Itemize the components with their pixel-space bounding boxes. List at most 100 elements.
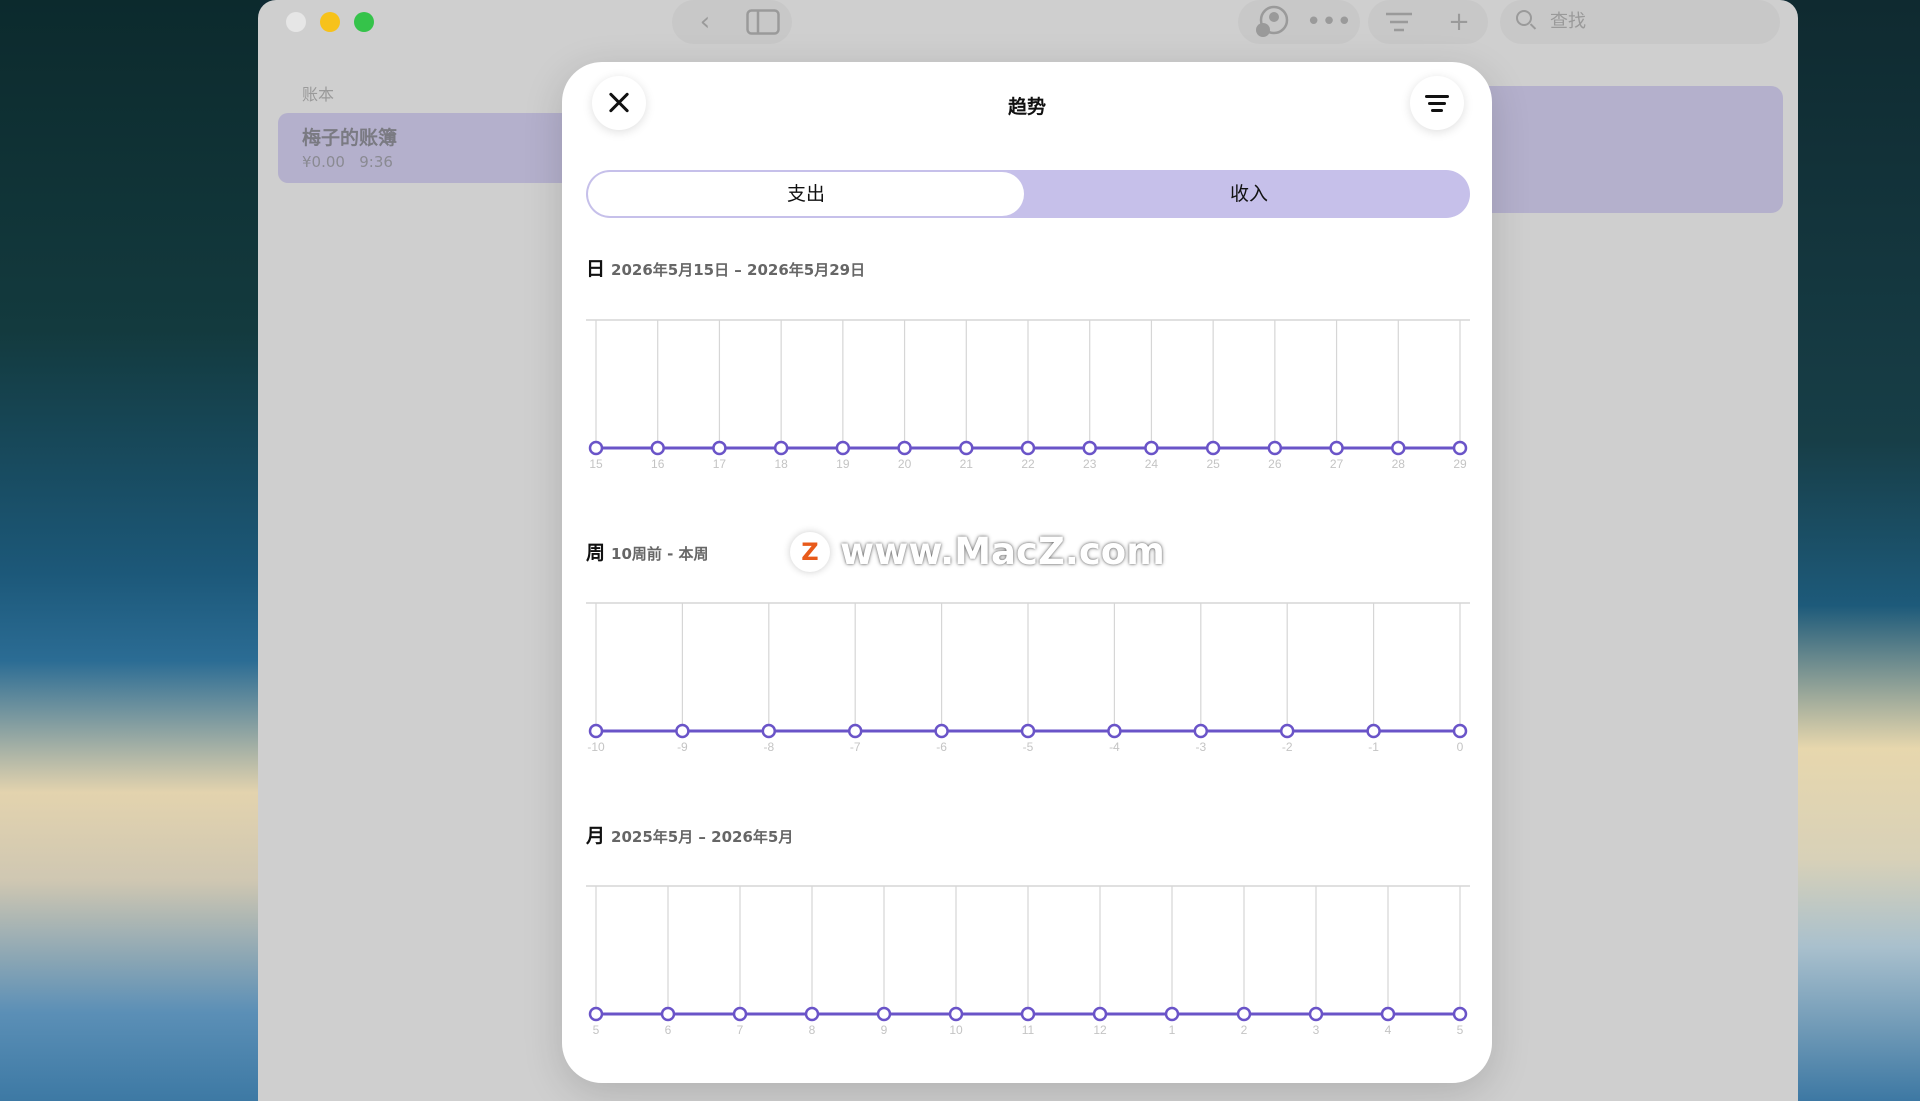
- window-close-button[interactable]: [286, 12, 306, 32]
- chart-tick-label: -1: [1368, 740, 1379, 754]
- chart-data-point: [588, 1006, 604, 1022]
- share-people-icon[interactable]: [1254, 0, 1290, 54]
- chart-data-point: [1236, 1006, 1252, 1022]
- chart-data-point: [588, 440, 604, 456]
- tab-expense[interactable]: 支出: [588, 172, 1024, 216]
- chart-tick-label: 5: [593, 1023, 600, 1037]
- chart-tick-label: 23: [1083, 457, 1097, 471]
- chart-data-point: [835, 440, 851, 456]
- chart-data-point: [1082, 440, 1097, 456]
- section-daily-range: 2026年5月15日 – 2026年5月29日: [611, 261, 866, 279]
- chart-tick-label: 19: [836, 457, 850, 471]
- ledger-time: 9:36: [359, 153, 393, 171]
- section-weekly-label: 周 10周前 - 本周: [586, 538, 709, 565]
- desktop-wallpaper-left: [0, 0, 260, 1101]
- chart-data-point: [934, 723, 949, 739]
- toolbar-share-group: •••: [1238, 0, 1360, 44]
- search-field[interactable]: 查找: [1500, 0, 1780, 44]
- filter-button[interactable]: [1410, 76, 1464, 130]
- chart-data-point: [1391, 440, 1406, 456]
- chart-tick-label: 29: [1453, 457, 1467, 471]
- chart-data-point: [675, 723, 690, 739]
- ledger-name: 梅子的账簿: [302, 127, 398, 149]
- chart-data-point: [876, 1006, 892, 1022]
- toolbar-nav-group: ‹: [672, 0, 792, 44]
- section-daily-label: 日 2026年5月15日 – 2026年5月29日: [586, 254, 865, 281]
- chart-data-point: [1452, 1006, 1468, 1022]
- sort-lines-icon[interactable]: [1382, 0, 1416, 47]
- chart-data-point: [948, 1006, 964, 1022]
- chart-tick-label: 8: [809, 1023, 816, 1037]
- chart-data-point: [761, 723, 777, 739]
- chart-tick-label: 12: [1093, 1023, 1107, 1037]
- back-chevron-icon[interactable]: ‹: [690, 0, 720, 44]
- chart-tick-label: 15: [589, 457, 603, 471]
- chart-tick-label: 9: [881, 1023, 888, 1037]
- chart-tick-label: -8: [763, 740, 774, 754]
- chart-tick-label: -7: [850, 740, 861, 754]
- chart-data-point: [1020, 1006, 1036, 1022]
- section-daily-title: 日: [586, 258, 606, 280]
- watermark-text: www.MacZ.com: [840, 530, 1165, 573]
- daily-trend-chart: 15 16 17 18 19 20 21 22 23 24 25 26 27 28 29: [586, 319, 1470, 471]
- chart-tick-label: -2: [1282, 740, 1293, 754]
- chart-tick-label: 5: [1457, 1023, 1464, 1037]
- chart-tick-label: -10: [587, 740, 605, 754]
- chart-tick-label: 10: [949, 1023, 963, 1037]
- watermark-logo: Z: [790, 532, 830, 572]
- sidebar-ledger-item[interactable]: 梅子的账簿 ¥0.00 9:36: [278, 113, 608, 183]
- chart-tick-label: -9: [677, 740, 688, 754]
- chart-data-point: [773, 440, 789, 456]
- window-zoom-button[interactable]: [354, 12, 374, 32]
- chart-data-point: [1144, 440, 1159, 456]
- desktop-wallpaper-right: [1790, 0, 1920, 1101]
- chart-data-point: [660, 1006, 676, 1022]
- toolbar-actions-group: +: [1368, 0, 1488, 44]
- sidebar-toggle-icon[interactable]: [746, 0, 780, 49]
- chart-tick-label: -3: [1195, 740, 1206, 754]
- section-weekly-title: 周: [586, 542, 606, 564]
- chart-tick-label: 3: [1313, 1023, 1320, 1037]
- chart-data-point: [1452, 723, 1468, 739]
- chart-data-point: [1107, 723, 1122, 739]
- chart-data-point: [1267, 440, 1283, 456]
- chart-data-point: [1380, 1006, 1396, 1022]
- more-ellipsis-icon[interactable]: •••: [1306, 0, 1352, 44]
- search-placeholder: 查找: [1550, 11, 1586, 32]
- chart-tick-label: 16: [651, 457, 665, 471]
- chart-data-point: [650, 440, 665, 456]
- ledger-balance: ¥0.00: [302, 153, 345, 171]
- chart-data-point: [1020, 440, 1036, 456]
- chart-data-point: [1366, 723, 1381, 739]
- chart-tick-label: 26: [1268, 457, 1282, 471]
- window-minimize-button[interactable]: [320, 12, 340, 32]
- chart-data-point: [1452, 440, 1468, 456]
- chart-tick-label: 4: [1385, 1023, 1392, 1037]
- type-segmented-control: 支出 收入: [586, 170, 1470, 218]
- ledger-meta: ¥0.00 9:36: [302, 153, 393, 171]
- chart-tick-label: 21: [960, 457, 974, 471]
- chart-data-point: [804, 1006, 820, 1022]
- chart-tick-label: 0: [1457, 740, 1464, 754]
- chart-data-point: [1193, 723, 1209, 739]
- chart-data-point: [897, 440, 912, 456]
- chart-tick-label: 17: [713, 457, 727, 471]
- chart-tick-label: 1: [1169, 1023, 1176, 1037]
- chart-tick-label: -4: [1109, 740, 1120, 754]
- monthly-trend-chart: 5 6 7 8 9 10 11 12 1 2 3 4 5: [586, 885, 1470, 1037]
- section-monthly-title: 月: [586, 825, 606, 847]
- chart-tick-label: 24: [1145, 457, 1159, 471]
- chart-tick-label: 25: [1206, 457, 1220, 471]
- tab-income[interactable]: 收入: [1028, 170, 1470, 218]
- filter-icon: [1425, 95, 1449, 98]
- chart-data-point: [1205, 440, 1221, 456]
- chart-tick-label: 22: [1021, 457, 1035, 471]
- chart-tick-label: 27: [1330, 457, 1344, 471]
- weekly-trend-chart: -10 -9 -8 -7 -6 -5 -4 -3 -2 -1 0: [586, 602, 1470, 754]
- add-plus-icon[interactable]: +: [1442, 0, 1476, 44]
- chart-tick-label: 7: [737, 1023, 744, 1037]
- section-weekly-range: 10周前 - 本周: [611, 545, 709, 563]
- chart-data-point: [732, 1006, 748, 1022]
- chart-data-point: [1329, 440, 1344, 456]
- sidebar-section-header: 账本: [302, 85, 335, 104]
